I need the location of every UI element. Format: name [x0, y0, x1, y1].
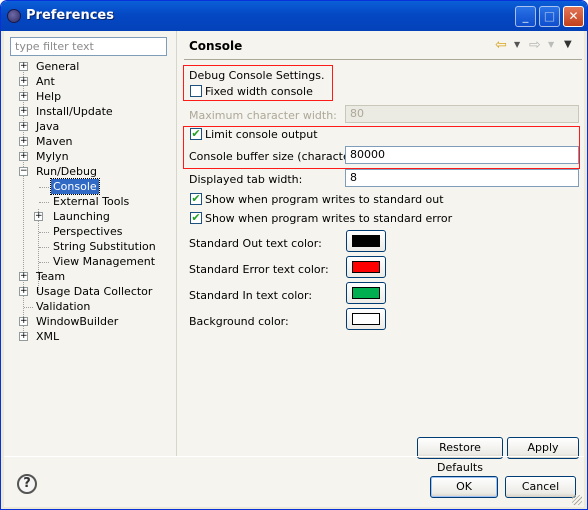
color-swatch: [352, 313, 380, 325]
collapse-icon[interactable]: −: [19, 167, 28, 176]
back-history-dropdown-icon[interactable]: ▼: [514, 40, 520, 49]
minimize-button[interactable]: _: [515, 6, 536, 27]
forward-arrow-icon[interactable]: ⇨: [529, 37, 541, 53]
stdout-color-label: Standard Out text color:: [189, 237, 322, 250]
forward-history-dropdown-icon[interactable]: ▼: [548, 40, 554, 49]
close-button[interactable]: ✕: [563, 6, 584, 27]
expand-icon[interactable]: +: [19, 107, 28, 116]
limit-output-label: Limit console output: [205, 128, 318, 141]
sidebar-divider[interactable]: [176, 31, 178, 456]
tree-item-label: View Management: [53, 255, 156, 268]
stdout-color-button[interactable]: [346, 230, 386, 252]
tab-width-label: Displayed tab width:: [189, 173, 303, 186]
show-stdout-label: Show when program writes to standard out: [205, 193, 444, 206]
tree-item-label: External Tools: [53, 195, 130, 208]
maximize-button[interactable]: □: [539, 6, 560, 27]
expand-icon[interactable]: +: [19, 317, 28, 326]
max-char-width-input[interactable]: 80: [345, 105, 579, 123]
show-stderr-checkbox[interactable]: ✔: [190, 212, 202, 224]
expand-icon[interactable]: +: [19, 62, 28, 71]
expand-icon[interactable]: +: [19, 137, 28, 146]
tree-item-label: Mylyn: [36, 150, 69, 163]
expand-icon[interactable]: +: [19, 152, 28, 161]
tree-item-label: XML: [36, 330, 60, 343]
tree-item-label: Launching: [53, 210, 110, 223]
color-swatch: [352, 235, 380, 247]
show-stdout-checkbox[interactable]: ✔: [190, 193, 202, 205]
tree-line: [39, 247, 49, 248]
back-arrow-icon[interactable]: ⇦: [495, 37, 507, 53]
cancel-button[interactable]: Cancel: [505, 476, 576, 498]
window-title: Preferences: [26, 8, 114, 23]
tree-line: [39, 202, 49, 203]
footer-separator: [4, 456, 584, 457]
expand-icon[interactable]: +: [19, 77, 28, 86]
max-char-width-label: Maximum character width:: [189, 109, 337, 122]
background-color-button[interactable]: [346, 308, 386, 330]
stdin-color-button[interactable]: [346, 282, 386, 304]
filter-input[interactable]: [10, 37, 167, 56]
tree-item-label: Help: [36, 90, 62, 103]
view-menu-icon[interactable]: ▼: [564, 39, 572, 50]
help-icon[interactable]: ?: [17, 474, 37, 494]
tree-item-label: String Substitution: [53, 240, 156, 253]
resize-grip[interactable]: [572, 495, 582, 505]
buffer-size-label: Console buffer size (characters):: [189, 150, 369, 163]
tree-line: [39, 187, 49, 188]
expand-icon[interactable]: +: [19, 272, 28, 281]
expand-icon[interactable]: +: [19, 92, 28, 101]
tree-item-label: Usage Data Collector: [36, 285, 153, 298]
tree-item-label: Perspectives: [53, 225, 123, 238]
tree-item-label: Team: [36, 270, 66, 283]
dialog-content: + General + Ant + Help + Install/Update …: [4, 31, 584, 507]
tree-item-label: Java: [36, 120, 60, 133]
tree-item-label: Console: [50, 178, 100, 195]
tree-item-label: Maven: [36, 135, 73, 148]
color-swatch: [352, 287, 380, 299]
tree-line: [39, 232, 49, 233]
expand-icon[interactable]: +: [19, 332, 28, 341]
stderr-color-label: Standard Error text color:: [189, 263, 329, 276]
preferences-window: Preferences _ □ ✕ + General + Ant + Help: [0, 0, 588, 510]
page-title: Console: [189, 39, 243, 53]
tab-width-input[interactable]: 8: [345, 169, 579, 187]
tree-item-label: Run/Debug: [36, 165, 97, 178]
show-stderr-label: Show when program writes to standard err…: [205, 212, 453, 225]
expand-icon[interactable]: +: [19, 122, 28, 131]
background-color-label: Background color:: [189, 315, 289, 328]
stdin-color-label: Standard In text color:: [189, 289, 313, 302]
expand-icon[interactable]: +: [19, 287, 28, 296]
color-swatch: [352, 261, 380, 273]
header-separator: [184, 59, 582, 60]
preferences-tree: + General + Ant + Help + Install/Update …: [4, 59, 174, 449]
ok-button[interactable]: OK: [430, 476, 498, 498]
tree-item-label: Ant: [36, 75, 55, 88]
limit-output-checkbox[interactable]: ✔: [190, 128, 202, 140]
tree-line: [39, 262, 49, 263]
tree-item-label: WindowBuilder: [36, 315, 119, 328]
fixed-width-checkbox[interactable]: [190, 85, 202, 97]
title-bar[interactable]: Preferences _ □ ✕: [1, 1, 587, 31]
tree-line: [24, 307, 33, 308]
fixed-width-label: Fixed width console: [205, 85, 313, 98]
eclipse-icon: [7, 9, 21, 23]
tree-item-label: Install/Update: [36, 105, 113, 118]
debug-settings-label: Debug Console Settings.: [189, 69, 325, 82]
stderr-color-button[interactable]: [346, 256, 386, 278]
expand-icon[interactable]: +: [34, 212, 43, 221]
tree-item-label: General: [36, 60, 80, 73]
buffer-size-input[interactable]: 80000: [345, 146, 579, 164]
tree-item-label: Validation: [36, 300, 91, 313]
